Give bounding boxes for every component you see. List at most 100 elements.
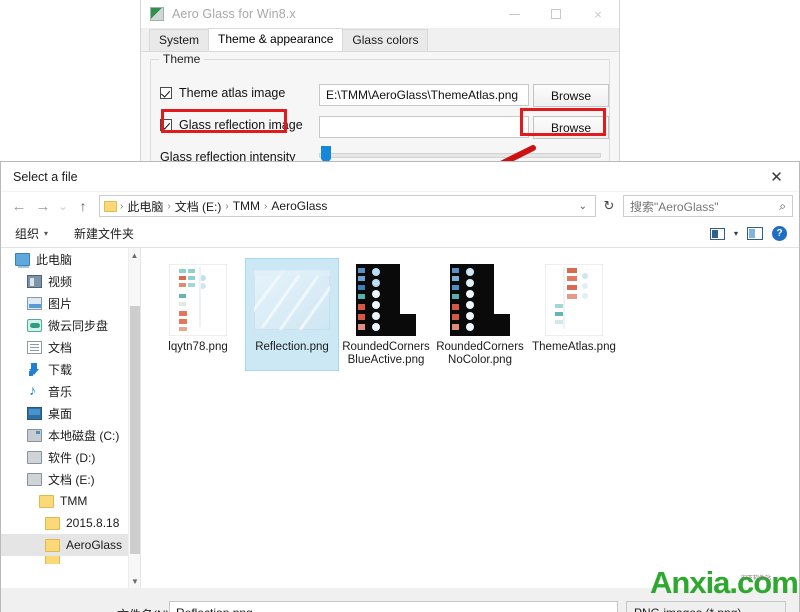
dialog-main: 此电脑 视频 图片 微云同步盘 文档 <box>1 248 799 588</box>
close-icon[interactable]: ✕ <box>754 162 799 192</box>
screenshot-root: Aero Glass for Win8.x × System Theme & a… <box>0 0 800 612</box>
file-item[interactable]: RoundedCornersNoColor.png <box>433 258 527 371</box>
view-mode-icon[interactable] <box>710 228 725 240</box>
sidebar-item-label: 文档 (E:) <box>48 471 95 488</box>
sidebar-item-label: AeroGlass <box>66 538 122 552</box>
breadcrumb-item-documents-e[interactable]: 文档 (E:) <box>172 198 225 215</box>
close-icon[interactable]: × <box>577 0 619 29</box>
scroll-up-icon[interactable]: ▲ <box>129 248 140 262</box>
scrollbar-thumb[interactable] <box>130 306 140 554</box>
app-icon <box>150 7 164 21</box>
sidebar-item-desktop[interactable]: 桌面 <box>1 402 140 424</box>
sidebar-item-downloads[interactable]: 下载 <box>1 358 140 380</box>
refresh-icon[interactable]: ↻ <box>598 195 620 217</box>
file-thumbnail <box>529 262 619 338</box>
folder-icon <box>104 201 117 212</box>
folder-icon <box>45 556 60 564</box>
forward-arrow-icon[interactable]: → <box>31 194 55 218</box>
tab-theme-appearance[interactable]: Theme & appearance <box>208 28 343 51</box>
sidebar-item-this-pc[interactable]: 此电脑 <box>1 248 140 270</box>
organize-label: 组织 <box>15 225 39 242</box>
up-arrow-icon[interactable]: ↑ <box>71 194 95 218</box>
sidebar-item-software-d[interactable]: 软件 (D:) <box>1 446 140 468</box>
sidebar-item-aeroglass[interactable]: AeroGlass <box>1 534 140 556</box>
search-input[interactable]: 搜索"AeroGlass" ⌕ <box>623 195 793 217</box>
sidebar-item-cloud-sync[interactable]: 微云同步盘 <box>1 314 140 336</box>
navigation-pane: 此电脑 视频 图片 微云同步盘 文档 <box>1 248 141 588</box>
file-name: ThemeAtlas.png <box>529 341 619 354</box>
file-thumbnail <box>435 262 525 338</box>
sidebar-item-tmm[interactable]: TMM <box>1 490 140 512</box>
file-grid: lqytn78.png <box>151 258 799 371</box>
chevron-down-icon[interactable]: ⌄ <box>571 201 595 212</box>
aero-window-title: Aero Glass for Win8.x <box>172 7 296 21</box>
recent-locations-icon[interactable]: ⌄ <box>55 194 71 218</box>
breadcrumb-item-pc[interactable]: 此电脑 <box>124 198 166 215</box>
file-item[interactable]: lqytn78.png <box>151 258 245 371</box>
help-icon[interactable]: ? <box>772 226 787 241</box>
filename-value: Reflection.png <box>176 606 253 612</box>
glass-intensity-slider-track[interactable] <box>319 153 601 158</box>
chevron-down-icon[interactable]: ▾ <box>734 229 738 238</box>
breadcrumb[interactable]: › 此电脑 › 文档 (E:) › TMM › AeroGlass ⌄ <box>99 195 596 217</box>
theme-atlas-path-input[interactable]: E:\TMM\AeroGlass\ThemeAtlas.png <box>319 84 529 106</box>
file-item[interactable]: RoundedCornersBlueActive.png <box>339 258 433 371</box>
organize-button[interactable]: 组织 ▾ <box>15 225 48 242</box>
tab-glass-colors[interactable]: Glass colors <box>342 29 428 51</box>
dialog-toolbar: 组织 ▾ 新建文件夹 ▾ ? <box>1 220 799 248</box>
aero-tab-bar: System Theme & appearance Glass colors <box>141 29 619 52</box>
theme-group-legend: Theme <box>159 52 204 66</box>
tab-system[interactable]: System <box>149 29 209 51</box>
annotation-box-glass-reflection <box>161 109 287 133</box>
theme-atlas-checkbox-row[interactable]: Theme atlas image <box>160 86 285 100</box>
minimize-icon[interactable] <box>493 0 535 29</box>
sidebar-item-documents[interactable]: 文档 <box>1 336 140 358</box>
sidebar-scrollbar[interactable]: ▲ ▼ <box>128 248 140 588</box>
filetype-dropdown[interactable]: PNG images (*.png) ⌄ <box>626 601 786 612</box>
file-open-dialog: Select a file ✕ ← → ⌄ ↑ › 此电脑 › 文档 (E:) … <box>0 161 800 612</box>
preview-pane-icon[interactable] <box>747 227 763 240</box>
chevron-down-icon[interactable]: ⌄ <box>770 607 785 612</box>
sidebar-item-label: 微云同步盘 <box>48 317 108 334</box>
sidebar-item-label: 文档 <box>48 339 72 356</box>
sidebar-item-2015-8-18[interactable]: 2015.8.18 <box>1 512 140 534</box>
breadcrumb-item-aeroglass[interactable]: AeroGlass <box>268 199 330 213</box>
sidebar-item-label: 图片 <box>48 295 72 312</box>
aero-titlebar: Aero Glass for Win8.x × <box>141 0 619 29</box>
file-item[interactable]: ThemeAtlas.png <box>527 258 621 371</box>
sidebar-item-partial[interactable] <box>1 556 140 564</box>
back-arrow-icon[interactable]: ← <box>7 194 31 218</box>
pictures-icon <box>27 297 42 310</box>
maximize-icon[interactable] <box>535 0 577 29</box>
glass-reflection-path-input[interactable] <box>319 116 529 138</box>
dialog-titlebar: Select a file ✕ <box>1 162 799 192</box>
scroll-down-icon[interactable]: ▼ <box>129 574 141 588</box>
theme-atlas-path-value: E:\TMM\AeroGlass\ThemeAtlas.png <box>326 88 518 102</box>
file-name: RoundedCornersBlueActive.png <box>341 341 431 367</box>
sidebar-item-label: 2015.8.18 <box>66 516 119 530</box>
new-folder-button[interactable]: 新建文件夹 <box>74 225 134 242</box>
annotation-box-browse <box>520 108 606 136</box>
sidebar-item-label: 此电脑 <box>36 251 72 268</box>
folder-icon <box>45 517 60 530</box>
desktop-icon <box>27 407 42 420</box>
search-icon: ⌕ <box>779 199 786 214</box>
file-thumbnail <box>247 262 337 338</box>
sidebar-item-documents-e[interactable]: 文档 (E:) <box>1 468 140 490</box>
filename-label: 文件名(N): <box>117 606 173 612</box>
theme-atlas-checkbox[interactable] <box>160 87 172 99</box>
file-list-pane[interactable]: lqytn78.png <box>141 248 799 588</box>
chevron-down-icon[interactable]: ⌄ <box>602 607 617 612</box>
dialog-title: Select a file <box>13 170 78 184</box>
file-item-selected[interactable]: Reflection.png <box>245 258 339 371</box>
folder-icon <box>39 495 54 508</box>
sidebar-item-music[interactable]: 音乐 <box>1 380 140 402</box>
search-placeholder: 搜索"AeroGlass" <box>630 198 719 215</box>
filename-input[interactable]: Reflection.png ⌄ <box>169 601 618 612</box>
sidebar-item-pictures[interactable]: 图片 <box>1 292 140 314</box>
music-icon <box>27 385 42 398</box>
sidebar-item-local-disk-c[interactable]: 本地磁盘 (C:) <box>1 424 140 446</box>
breadcrumb-item-tmm[interactable]: TMM <box>230 199 263 213</box>
theme-atlas-browse-button[interactable]: Browse <box>533 84 609 107</box>
sidebar-item-videos[interactable]: 视频 <box>1 270 140 292</box>
